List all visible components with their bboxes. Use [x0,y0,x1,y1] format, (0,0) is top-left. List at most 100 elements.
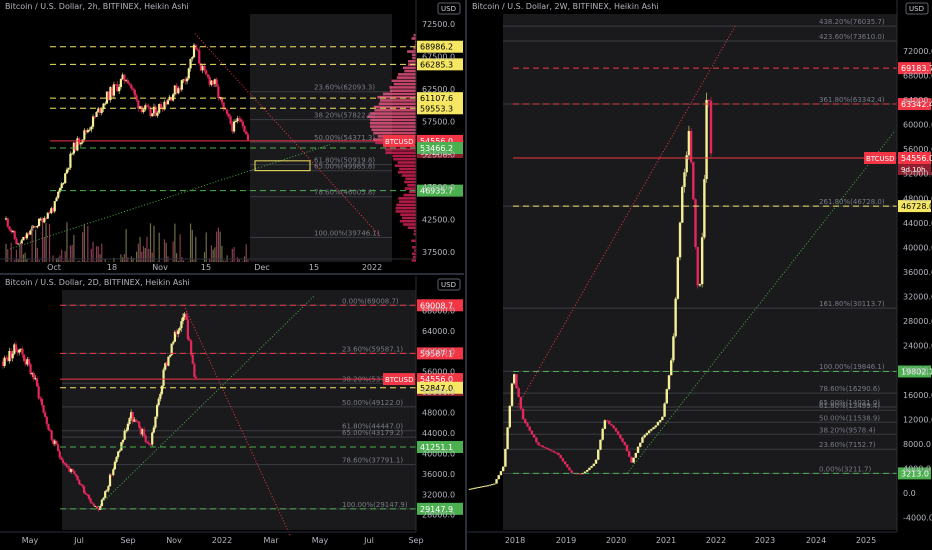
candle-body [166,100,170,105]
chart-pane-2h[interactable]: 23.60%(62093.3) 38.20%(57822.8) 50.00%(543… [0,0,464,272]
candle-body [705,99,708,180]
volume-bar [108,261,110,262]
candle-body [112,84,116,96]
y-tick-label: 72000.0 [903,47,932,56]
volume-profile-bar [399,200,416,203]
pane-separator-h[interactable] [0,273,464,275]
candle-body [91,502,94,504]
candle-body [515,374,518,389]
volume-profile-bar [407,50,416,53]
volume-profile-bar [394,164,416,168]
volume-bar [179,234,181,262]
candle-body [168,355,172,357]
volume-profile-bar [369,122,416,125]
volume-bar [219,231,221,262]
volume-bar [247,259,249,262]
candle-body [643,434,646,438]
y-tick-label: 64000.0 [903,96,932,105]
candle-body [90,126,93,130]
volume-profile-bar [370,112,416,115]
candle-body [656,421,660,426]
candle-body [180,321,183,329]
candle-body [58,451,61,458]
candle-body [104,103,107,105]
candle-body [191,354,194,364]
candle-body [681,186,684,223]
candle-body [152,427,155,433]
volume-profile-bar [412,246,416,249]
candle-body [501,466,505,472]
candle-body [224,108,227,110]
candle-body [493,483,496,485]
volume-bar [191,230,193,262]
candle-body [245,131,248,135]
volume-bar [95,246,98,262]
chart-pane-2d[interactable]: 0.00%(69008.7) 23.60%(59587.1) 38.20%(5373… [0,276,464,550]
volume-bar [181,257,183,262]
fib-level-label: 50.00%(49122.0) [342,399,403,407]
candle-body [559,455,562,459]
volume-bar [57,257,59,262]
y-tick-label: 4000.0 [903,465,931,474]
x-tick-label: Jul [73,536,84,545]
candle-body [548,448,551,451]
volume-bar [41,222,44,262]
currency-text: USD [909,5,924,13]
candle-body [246,134,250,141]
volume-bar [94,261,96,262]
candle-body [115,456,118,462]
candle-body [597,449,600,460]
level-59553-value: 59553.3 [420,104,453,113]
fib-level-label: 100.00%(39746.1) [314,230,380,238]
chart-2d-canvas[interactable]: 0.00%(69008.7)23.60%(59587.1)38.20%(5373… [0,276,464,550]
candle-body [89,498,92,503]
candle-body [134,419,138,421]
chart-title: Bitcoin / U.S. Dollar, 2D, BITFINEX, Hei… [5,278,190,287]
candle-body [102,497,105,500]
candle-body [528,426,531,431]
candle-body [159,393,162,399]
volume-profile-bar [393,82,416,86]
candle-body [186,319,189,340]
candle-body [125,429,128,431]
candle-body [652,427,655,430]
candle-body [55,440,58,445]
current-price-value: 54556.0 [901,154,932,163]
fib-level-label: 0.00%(69008.7) [342,297,399,305]
volume-profile-bar [391,79,416,83]
candle-body [627,451,631,457]
chart-2w-canvas[interactable]: 438.20%(76035.7) 423.60%(73610.0) 361.80%(… [467,0,932,550]
volume-profile-bar [370,125,416,128]
x-tick-label: 15 [309,263,319,272]
candle-body [614,427,618,432]
candle-body [121,439,125,443]
candle-body [676,257,680,299]
volume-bar [68,260,70,262]
volume-bar [195,236,197,262]
x-tick-label: Sep [120,536,135,545]
candle-body [193,363,196,377]
candle-body [561,458,565,462]
candle-body [71,153,74,155]
volume-profile-bar [397,161,416,164]
y-tick-label: 72500.0 [422,20,455,29]
x-tick-label: 2020 [606,536,626,545]
fib-level-label: 0.00%(3211.7) [819,465,871,473]
candle-body [60,457,63,460]
chart-pane-2w[interactable]: 438.20%(76035.7) 423.60%(73610.0) 361.80%(… [467,0,932,550]
y-tick-label: 28000.0 [903,317,932,326]
candle-body [650,429,653,431]
chart-2h-canvas[interactable]: 23.60%(62093.3)38.20%(57822.8)50.00%(543… [0,0,464,272]
candle-body [67,167,70,170]
candle-body [32,373,35,379]
candle-body [155,405,159,417]
candle-body [568,467,571,471]
volume-bar [125,229,127,262]
candle-body [14,344,18,350]
volume-bar [127,257,129,262]
volume-bar [80,261,82,262]
x-tick-label: 2025 [856,536,876,545]
volume-bar [153,225,155,262]
fib-level-label: 61.80%(13499.4) [819,402,880,410]
candle-body [118,450,121,452]
